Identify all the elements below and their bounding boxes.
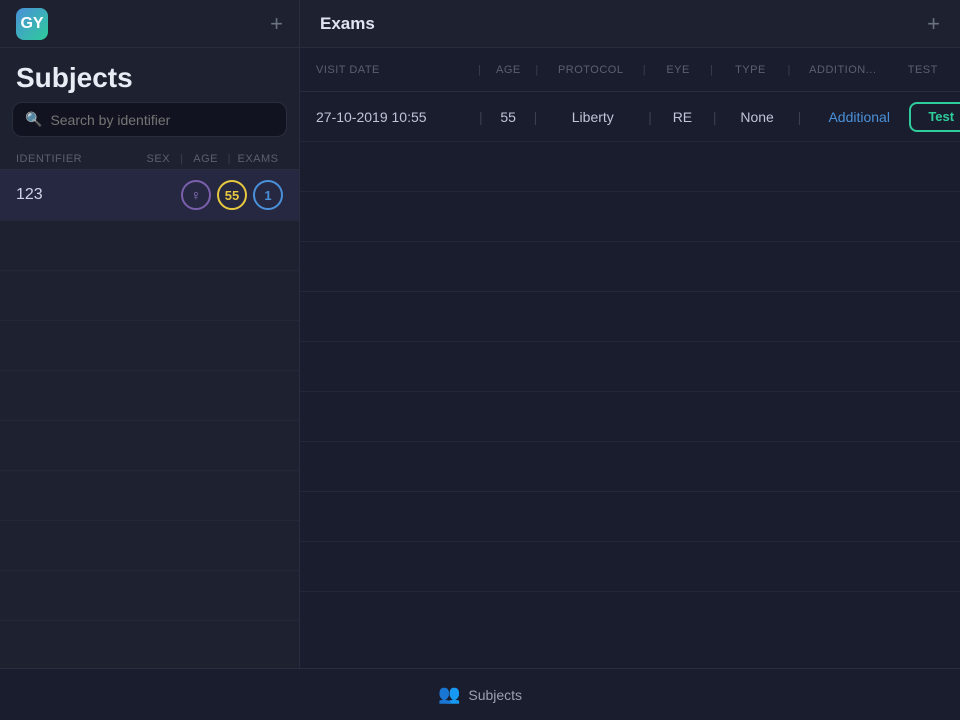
exams-table-header: VISIT DATE | AGE | PROTOCOL | EYE | TYPE… — [300, 48, 960, 92]
subjects-icon: 👥 — [438, 684, 460, 705]
col-header-identifier: IDENTIFIER — [16, 153, 138, 165]
empty-rows-right — [300, 142, 960, 668]
bottom-bar: 👥 Subjects — [0, 668, 960, 720]
col-header-visit-date: VISIT DATE — [316, 64, 476, 76]
left-panel: Subjects 🔍 IDENTIFIER SEX | AGE | EXAMS … — [0, 48, 300, 668]
col-header-test: TEST — [893, 64, 953, 76]
empty-rows-left — [0, 221, 299, 668]
col-header-type: TYPE — [715, 64, 785, 76]
app-icon: GY — [16, 8, 48, 40]
sex-icon: ♀ — [191, 187, 202, 203]
col-header-protocol: PROTOCOL — [541, 64, 641, 76]
exam-row[interactable]: 27-10-2019 10:55 | 55 | Liberty | RE | N… — [300, 92, 960, 142]
badge-exams: 1 — [253, 180, 283, 210]
exam-protocol: Liberty — [545, 109, 640, 125]
left-panel-top-bar: GY + — [0, 0, 300, 47]
subjects-heading: Subjects — [0, 48, 299, 102]
col-header-age: AGE — [186, 153, 226, 165]
exam-test-button[interactable]: Test — [909, 102, 960, 132]
bottom-subjects-label: Subjects — [468, 687, 522, 703]
search-icon: 🔍 — [25, 111, 42, 128]
exams-title: Exams — [320, 14, 375, 34]
exam-eye: RE — [660, 109, 705, 125]
subjects-table-header: IDENTIFIER SEX | AGE | EXAMS — [0, 149, 299, 170]
top-bar: GY + Exams + — [0, 0, 960, 48]
subject-row[interactable]: 123 ♀ 55 1 — [0, 170, 299, 221]
add-exam-button[interactable]: + — [927, 13, 940, 35]
right-panel: VISIT DATE | AGE | PROTOCOL | EYE | TYPE… — [300, 48, 960, 668]
col-header-exams: EXAMS — [233, 153, 283, 165]
add-subject-button[interactable]: + — [270, 13, 283, 35]
badge-sex: ♀ — [181, 180, 211, 210]
col-header-age: AGE — [483, 64, 533, 76]
search-input[interactable] — [50, 112, 274, 128]
search-bar[interactable]: 🔍 — [12, 102, 287, 137]
exam-visit-date: 27-10-2019 10:55 — [316, 109, 471, 125]
exam-type: None — [725, 109, 790, 125]
col-header-sex: SEX — [138, 153, 178, 165]
main-content: Subjects 🔍 IDENTIFIER SEX | AGE | EXAMS … — [0, 48, 960, 668]
right-panel-top-bar: Exams + — [300, 0, 960, 47]
badge-age: 55 — [217, 180, 247, 210]
exam-additional: Additional — [809, 109, 909, 125]
col-header-additional: ADDITION... — [793, 64, 893, 76]
subject-id: 123 — [16, 186, 181, 204]
col-header-eye: EYE — [648, 64, 708, 76]
exam-age: 55 — [491, 109, 526, 125]
